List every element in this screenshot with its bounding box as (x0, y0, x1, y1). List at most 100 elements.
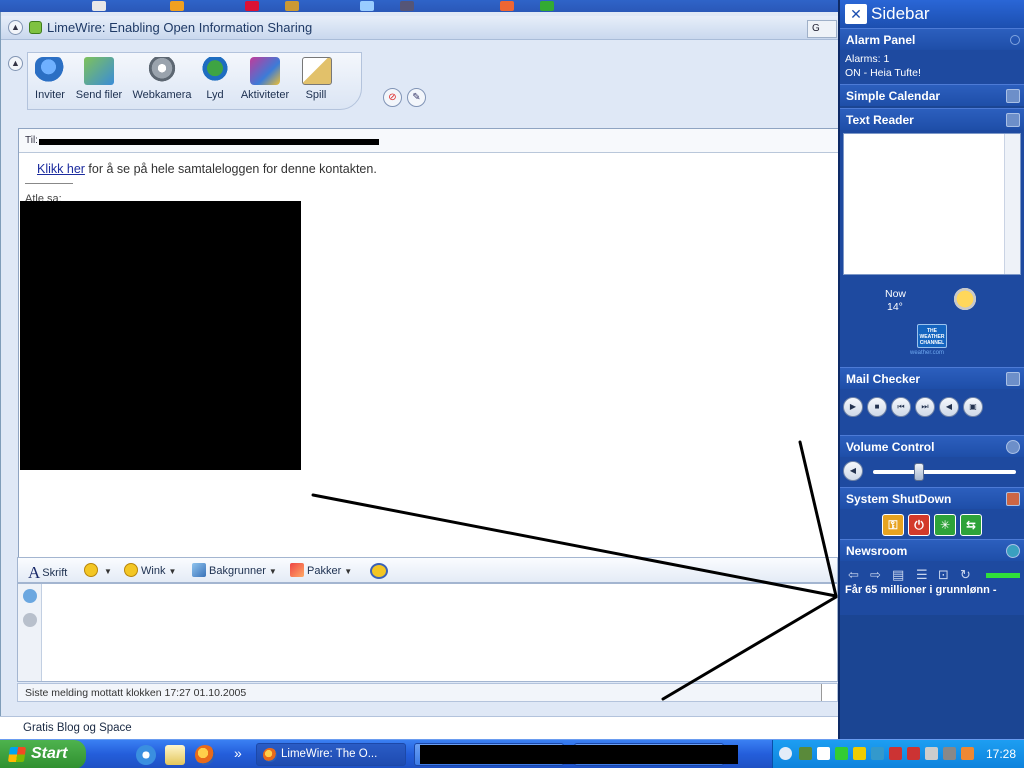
shutdown-title-bar[interactable]: System ShutDown (840, 487, 1024, 509)
more-quicklaunch-icon[interactable]: » (234, 745, 242, 761)
previous-icon[interactable]: ⏮ (891, 397, 911, 417)
collapse-icon[interactable]: ▲ (8, 20, 23, 35)
speaker-icon[interactable]: ◀ (843, 461, 863, 481)
taskbar: Start » LimeWire: The O... 17:28 (0, 739, 1024, 768)
font-button[interactable]: A Skrift (28, 563, 67, 583)
tray-sidebar-icon[interactable] (817, 747, 830, 760)
games-button[interactable]: Spill (302, 57, 332, 101)
redacted-tasks (420, 745, 738, 764)
firefox-icon[interactable] (195, 745, 215, 765)
webcam-button[interactable]: Webkamera (132, 57, 192, 101)
handwriting-icon[interactable] (23, 589, 37, 603)
activities-button[interactable]: Aktiviteter (236, 57, 294, 101)
send-button-stub[interactable] (821, 684, 837, 701)
volume-slider-thumb[interactable] (913, 463, 924, 481)
news-headline[interactable]: Får 65 millioner i grunnlønn - (845, 584, 1021, 596)
logoff-key-icon[interactable]: ⚿ (882, 514, 904, 536)
tray-network-icon[interactable] (871, 747, 884, 760)
ad-bar[interactable]: Gratis Blog og Space (0, 716, 838, 739)
contact-menu-button[interactable]: G (807, 20, 837, 38)
tray-network-x2-icon[interactable] (907, 747, 920, 760)
desktop-icon[interactable] (400, 1, 414, 11)
desktop-icon[interactable] (500, 1, 514, 11)
stop-icon[interactable]: ■ (867, 397, 887, 417)
packs-button[interactable]: Pakker ▼ (290, 563, 352, 577)
newsroom: Newsroom ⇦ ⇨ ▤ ☰ ⊡ ↻ Får 65 millioner i … (840, 539, 1024, 615)
tray-msn-icon[interactable] (799, 747, 812, 760)
tray-speaker-icon[interactable] (925, 747, 938, 760)
power-small-icon[interactable] (1006, 492, 1020, 506)
wink-button[interactable]: Wink ▼ (124, 563, 176, 577)
tray-expand-icon[interactable] (779, 747, 792, 760)
tray-antivirus-icon[interactable] (835, 747, 848, 760)
feeds-icon[interactable]: ▤ (892, 567, 904, 583)
alarm-icon[interactable] (1010, 35, 1020, 45)
list-icon[interactable]: ☰ (916, 567, 928, 583)
forward-arrow-icon[interactable]: ⇨ (870, 567, 881, 583)
send-files-button[interactable]: Send filer (74, 57, 124, 101)
start-button[interactable]: Start (0, 740, 86, 768)
tray-misc-icon[interactable] (943, 747, 956, 760)
tray-app-icon[interactable] (961, 747, 974, 760)
block-icon[interactable]: ⊘ (383, 88, 402, 107)
weather-now-label: Now (885, 288, 907, 300)
activities-label: Aktiviteter (240, 89, 290, 101)
desktop-icon[interactable] (245, 1, 259, 11)
pen-icon[interactable]: ✎ (407, 88, 426, 107)
tray-shield-icon[interactable] (853, 747, 866, 760)
ie-icon[interactable] (136, 745, 156, 765)
task-limewire-label: LimeWire: The O... (281, 748, 378, 760)
desktop-icon[interactable] (92, 1, 106, 11)
text-reader-title-bar[interactable]: Text Reader (840, 108, 1024, 130)
mail-checker-title-bar[interactable]: Mail Checker (840, 367, 1024, 389)
tray-network-x-icon[interactable] (889, 747, 902, 760)
window-icon[interactable]: ▣ (963, 397, 983, 417)
alarm-panel-title-bar[interactable]: Alarm Panel (840, 28, 1024, 50)
volume-settings-icon[interactable] (1006, 440, 1020, 454)
desktop-icon[interactable] (170, 1, 184, 11)
text-reader-scrollbar[interactable] (1004, 134, 1020, 274)
emoticon-button[interactable]: ▼ (84, 563, 112, 577)
text-reader-content[interactable] (843, 133, 1021, 275)
mail-icon[interactable] (1006, 372, 1020, 386)
desktop-icon[interactable] (360, 1, 374, 11)
ad-text[interactable]: Gratis Blog og Space (23, 722, 132, 734)
desktop-icon[interactable] (540, 1, 554, 11)
nudge-button[interactable] (370, 563, 391, 579)
input-sidebar (18, 584, 42, 681)
weather-site[interactable]: weather.com (910, 350, 944, 356)
next-icon[interactable]: ⏭ (915, 397, 935, 417)
calendar-title-bar[interactable]: Simple Calendar (840, 84, 1024, 106)
volume-title-bar[interactable]: Volume Control (840, 435, 1024, 457)
switch-user-icon[interactable]: ⇆ (960, 514, 982, 536)
desktop-icon[interactable] (165, 745, 185, 765)
invite-button[interactable]: Inviter (32, 57, 68, 101)
audio-button[interactable]: Lyd (200, 57, 230, 101)
newsroom-title-bar[interactable]: Newsroom (840, 539, 1024, 561)
mute-icon[interactable]: ◀ (939, 397, 959, 417)
invite-label: Inviter (35, 89, 65, 101)
history-link[interactable]: Klikk her (37, 162, 85, 176)
conversation-pane[interactable]: Til: Klikk her for å se på hele samtalel… (18, 128, 839, 560)
volume-track[interactable] (873, 470, 1016, 474)
desktop-icon[interactable] (285, 1, 299, 11)
calendar-icon[interactable] (1006, 89, 1020, 103)
title-bar[interactable]: ▲ LimeWire: Enabling Open Information Sh… (1, 16, 839, 40)
message-input[interactable] (43, 584, 838, 681)
play-icon[interactable]: ▶ (843, 397, 863, 417)
restart-icon[interactable]: ✳ (934, 514, 956, 536)
ink-icon[interactable] (23, 613, 37, 627)
back-arrow-icon[interactable]: ⇦ (848, 567, 859, 583)
task-button-limewire[interactable]: LimeWire: The O... (256, 743, 406, 766)
weather-channel-logo[interactable]: THE WEATHER CHANNEL (917, 324, 947, 348)
app-icon (29, 21, 42, 34)
clock[interactable]: 17:28 (986, 747, 1016, 761)
open-book-icon[interactable]: ⊡ (938, 567, 949, 583)
globe-icon[interactable] (1006, 544, 1020, 558)
power-off-icon[interactable]: ⏻ (908, 514, 930, 536)
backgrounds-button[interactable]: Bakgrunner ▼ (192, 563, 277, 577)
chevron-down-icon: ▼ (168, 567, 177, 576)
book-icon[interactable] (1006, 113, 1020, 127)
refresh-icon[interactable]: ↻ (960, 567, 971, 583)
toolbar-collapse-icon[interactable]: ▲ (8, 56, 23, 71)
